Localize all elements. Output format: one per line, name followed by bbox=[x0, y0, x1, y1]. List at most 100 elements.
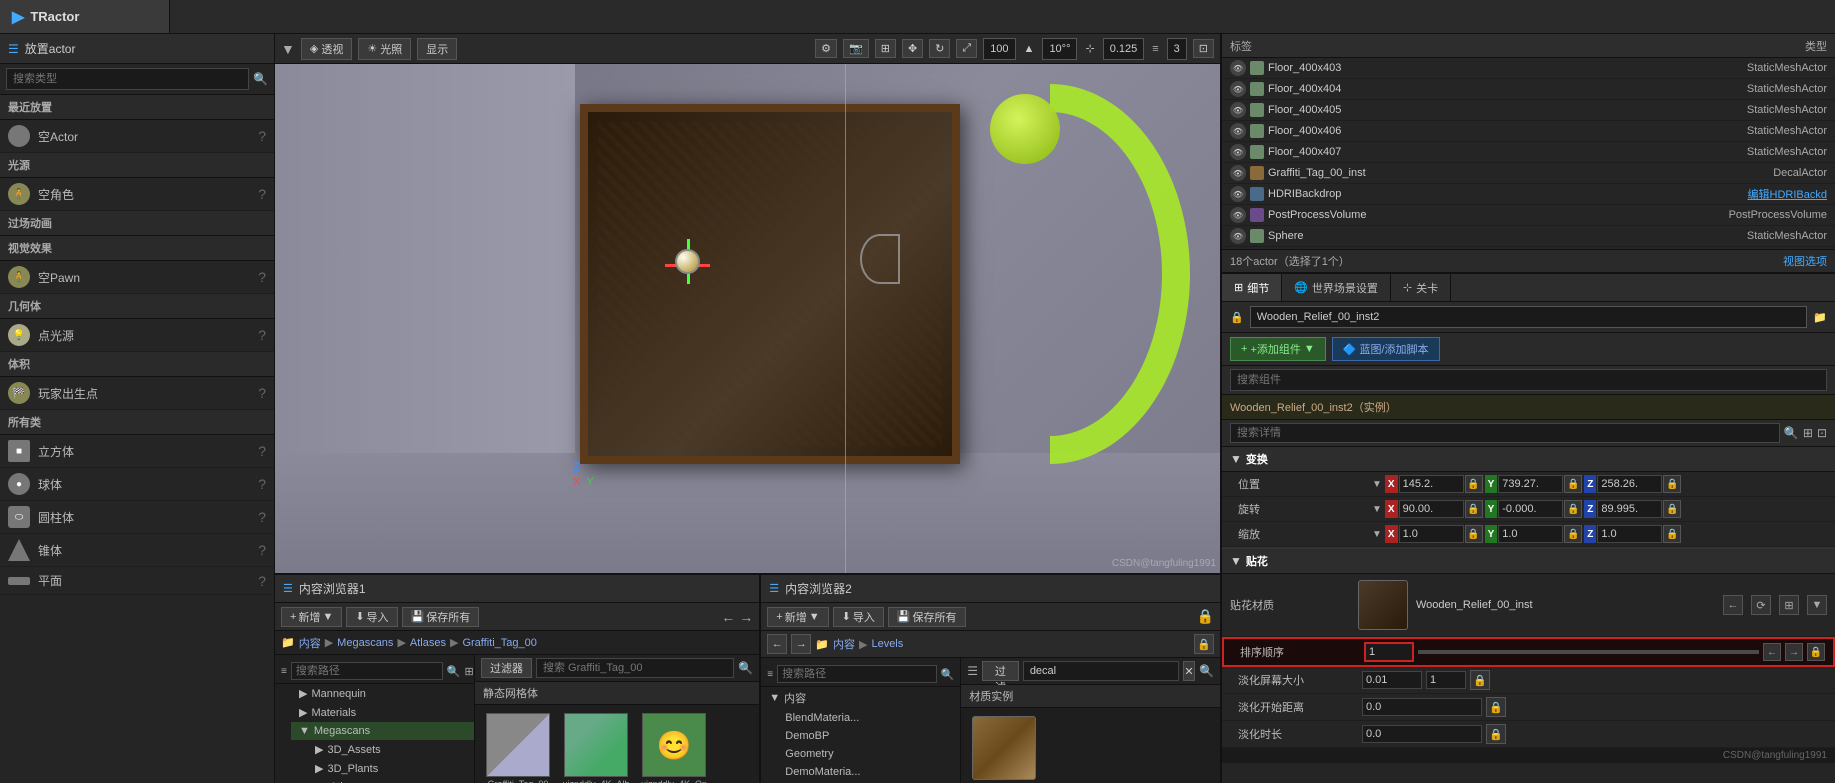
tree-materials[interactable]: ▶ Materials bbox=[291, 703, 474, 722]
scale-y-lock[interactable]: 🔒 bbox=[1564, 525, 1582, 543]
sort-order-minus[interactable]: ← bbox=[1763, 643, 1781, 661]
transform-section-header[interactable]: ▼ 变换 bbox=[1222, 447, 1835, 472]
pos-z-input[interactable] bbox=[1597, 475, 1662, 493]
tree-demo-bp[interactable]: DemoBP bbox=[777, 727, 960, 745]
actor-item-empty-pawn[interactable]: 🧍 空Pawn ? bbox=[0, 261, 274, 294]
cb1-home-icon[interactable]: 📁 bbox=[281, 636, 295, 649]
pos-x-lock[interactable]: 🔒 bbox=[1465, 475, 1483, 493]
decal-dropdown-btn[interactable]: ▼ bbox=[1807, 595, 1827, 615]
cb2-filter-clear-btn[interactable]: ✕ bbox=[1183, 661, 1195, 681]
cb1-search-row[interactable]: ≡ 🔍 ⊞ bbox=[275, 659, 474, 684]
actor-item-cylinder[interactable]: ⬭ 圆柱体 ? bbox=[0, 501, 274, 534]
actor-item-sphere[interactable]: ● 球体 ? bbox=[0, 468, 274, 501]
cb1-path-input[interactable] bbox=[291, 662, 443, 680]
tree-demo-material[interactable]: DemoMateria... bbox=[777, 763, 960, 781]
actor-item-empty-character[interactable]: 🧍 空角色 ? bbox=[0, 178, 274, 211]
fade-duration-lock[interactable]: 🔒 bbox=[1486, 724, 1506, 744]
tree-atlases[interactable]: ▼ Atlases bbox=[307, 778, 474, 783]
add-component-btn[interactable]: + +添加组件 ▼ bbox=[1230, 337, 1326, 361]
actor-search-input[interactable] bbox=[6, 68, 249, 90]
actor-item-plane[interactable]: 平面 ? bbox=[0, 567, 274, 595]
cb2-back-btn[interactable]: ← bbox=[767, 634, 787, 654]
cb1-new-dropdown-icon[interactable]: ▼ bbox=[322, 611, 333, 623]
outliner-row-floor406[interactable]: 👁 Floor_400x406 StaticMeshActor bbox=[1222, 121, 1835, 142]
cb1-new-btn[interactable]: + 新增 ▼ bbox=[281, 607, 342, 627]
sort-order-plus[interactable]: → bbox=[1785, 643, 1803, 661]
fade-start-input[interactable] bbox=[1362, 698, 1482, 716]
fade-screen-input[interactable] bbox=[1362, 671, 1422, 689]
outliner-row-floor404[interactable]: 👁 Floor_400x404 StaticMeshActor bbox=[1222, 79, 1835, 100]
decal-material-thumb[interactable] bbox=[1358, 580, 1408, 630]
sort-order-slider[interactable] bbox=[1418, 650, 1759, 654]
cb2-path-lock[interactable]: 🔒 bbox=[1194, 634, 1214, 654]
cb1-import-btn[interactable]: ⬇ 导入 bbox=[346, 607, 397, 627]
rot-x-input[interactable] bbox=[1399, 500, 1464, 518]
cb2-path-content[interactable]: 内容 bbox=[833, 636, 855, 652]
rot-y-lock[interactable]: 🔒 bbox=[1564, 500, 1582, 518]
vp-maximize-icon[interactable]: ⊡ bbox=[1193, 39, 1214, 58]
asset-graffiti-tag[interactable]: Graffiti_Tag_00 bbox=[483, 713, 553, 783]
transform-gizmo[interactable] bbox=[665, 239, 735, 309]
material-wood-thumb[interactable]: Wood_Relief bbox=[969, 716, 1039, 783]
eye-icon-floor404[interactable]: 👁 bbox=[1230, 81, 1246, 97]
eye-icon-floor405[interactable]: 👁 bbox=[1230, 102, 1246, 118]
tree-cb2-content[interactable]: ▼ 内容 bbox=[761, 687, 960, 709]
show-btn[interactable]: 显示 bbox=[417, 38, 457, 60]
cb2-forward-btn[interactable]: → bbox=[791, 634, 811, 654]
cb2-filter-icon[interactable]: ☰ bbox=[967, 664, 978, 678]
vp-grid-icon[interactable]: ⊞ bbox=[875, 39, 896, 58]
cb1-filter-input[interactable] bbox=[536, 658, 734, 678]
tree-geometry[interactable]: Geometry bbox=[777, 745, 960, 763]
outliner-row-ppv[interactable]: 👁 PostProcessVolume PostProcessVolume bbox=[1222, 205, 1835, 226]
player-start-help-icon[interactable]: ? bbox=[258, 385, 266, 401]
empty-pawn-help-icon[interactable]: ? bbox=[258, 269, 266, 285]
actor-item-empty-actor[interactable]: 空Actor ? bbox=[0, 120, 274, 153]
point-light-help-icon[interactable]: ? bbox=[258, 327, 266, 343]
eye-icon-sphere[interactable]: 👁 bbox=[1230, 228, 1246, 244]
cb2-save-btn[interactable]: 💾 保存所有 bbox=[888, 607, 966, 627]
asset-albedo[interactable]: ujznddlv_4K_Albedo bbox=[561, 713, 631, 783]
details-lock-icon[interactable]: 🔒 bbox=[1230, 311, 1244, 324]
scale-x-lock[interactable]: 🔒 bbox=[1465, 525, 1483, 543]
cb2-filter-btn[interactable]: 过滤器 bbox=[982, 661, 1019, 681]
cb1-back-icon[interactable]: ← bbox=[721, 609, 735, 625]
scale-z-lock[interactable]: 🔒 bbox=[1663, 525, 1681, 543]
scale-y-input[interactable] bbox=[1498, 525, 1563, 543]
cb1-filter-btn[interactable]: 过滤器 bbox=[481, 658, 532, 678]
tree-blend-material[interactable]: BlendMateria... bbox=[777, 709, 960, 727]
asset-opacity[interactable]: 😊 ujznddlv_4K_Opacity bbox=[639, 713, 709, 783]
cb2-path-levels[interactable]: Levels bbox=[871, 638, 903, 650]
cb2-search-row[interactable]: ≡ 🔍 bbox=[761, 662, 960, 687]
details-browse-icon[interactable]: 📁 bbox=[1813, 311, 1827, 324]
outliner-row-floor403[interactable]: 👁 Floor_400x403 StaticMeshActor bbox=[1222, 58, 1835, 79]
search-details-input[interactable] bbox=[1230, 423, 1780, 443]
pos-x-input[interactable] bbox=[1399, 475, 1464, 493]
outliner-row-floor407[interactable]: 👁 Floor_400x407 StaticMeshActor bbox=[1222, 142, 1835, 163]
cb2-filter-input[interactable] bbox=[1023, 661, 1179, 681]
eye-icon-ppv[interactable]: 👁 bbox=[1230, 207, 1246, 223]
sphere-help-icon[interactable]: ? bbox=[258, 476, 266, 492]
sort-order-input[interactable] bbox=[1364, 642, 1414, 662]
tab-world-settings[interactable]: 🌐 世界场景设置 bbox=[1282, 274, 1391, 301]
empty-actor-help-icon[interactable]: ? bbox=[258, 128, 266, 144]
rotate-handle[interactable] bbox=[860, 234, 900, 284]
tree-mannequin[interactable]: ▶ Mannequin bbox=[291, 684, 474, 703]
view-options-btn[interactable]: 视图选项 bbox=[1783, 253, 1827, 269]
cb1-path-lock-icon[interactable]: ⊞ bbox=[465, 665, 474, 678]
rot-z-input[interactable] bbox=[1597, 500, 1662, 518]
decal-forward-btn[interactable]: ⟳ bbox=[1751, 595, 1771, 615]
cb2-new-btn[interactable]: + 新增 ▼ bbox=[767, 607, 828, 627]
eye-icon-hdri[interactable]: 👁 bbox=[1230, 186, 1246, 202]
cb2-filter-search-icon[interactable]: 🔍 bbox=[1199, 664, 1214, 678]
actor-search-row[interactable]: 🔍 bbox=[0, 64, 274, 95]
vp-scale-icon[interactable]: ⤢ bbox=[956, 39, 977, 58]
empty-character-help-icon[interactable]: ? bbox=[258, 186, 266, 202]
viewport[interactable]: Z X Y CSDN@tangfuling1991 bbox=[275, 64, 1220, 573]
fade-screen-lock[interactable]: 🔒 bbox=[1470, 670, 1490, 690]
outliner-row-floor405[interactable]: 👁 Floor_400x405 StaticMeshActor bbox=[1222, 100, 1835, 121]
tab-level[interactable]: ⊹ 关卡 bbox=[1391, 274, 1451, 301]
fade-duration-input[interactable] bbox=[1362, 725, 1482, 743]
cone-help-icon[interactable]: ? bbox=[258, 542, 266, 558]
actor-item-cube[interactable]: ■ 立方体 ? bbox=[0, 435, 274, 468]
viewport-menu-icon[interactable]: ▼ bbox=[281, 41, 295, 57]
